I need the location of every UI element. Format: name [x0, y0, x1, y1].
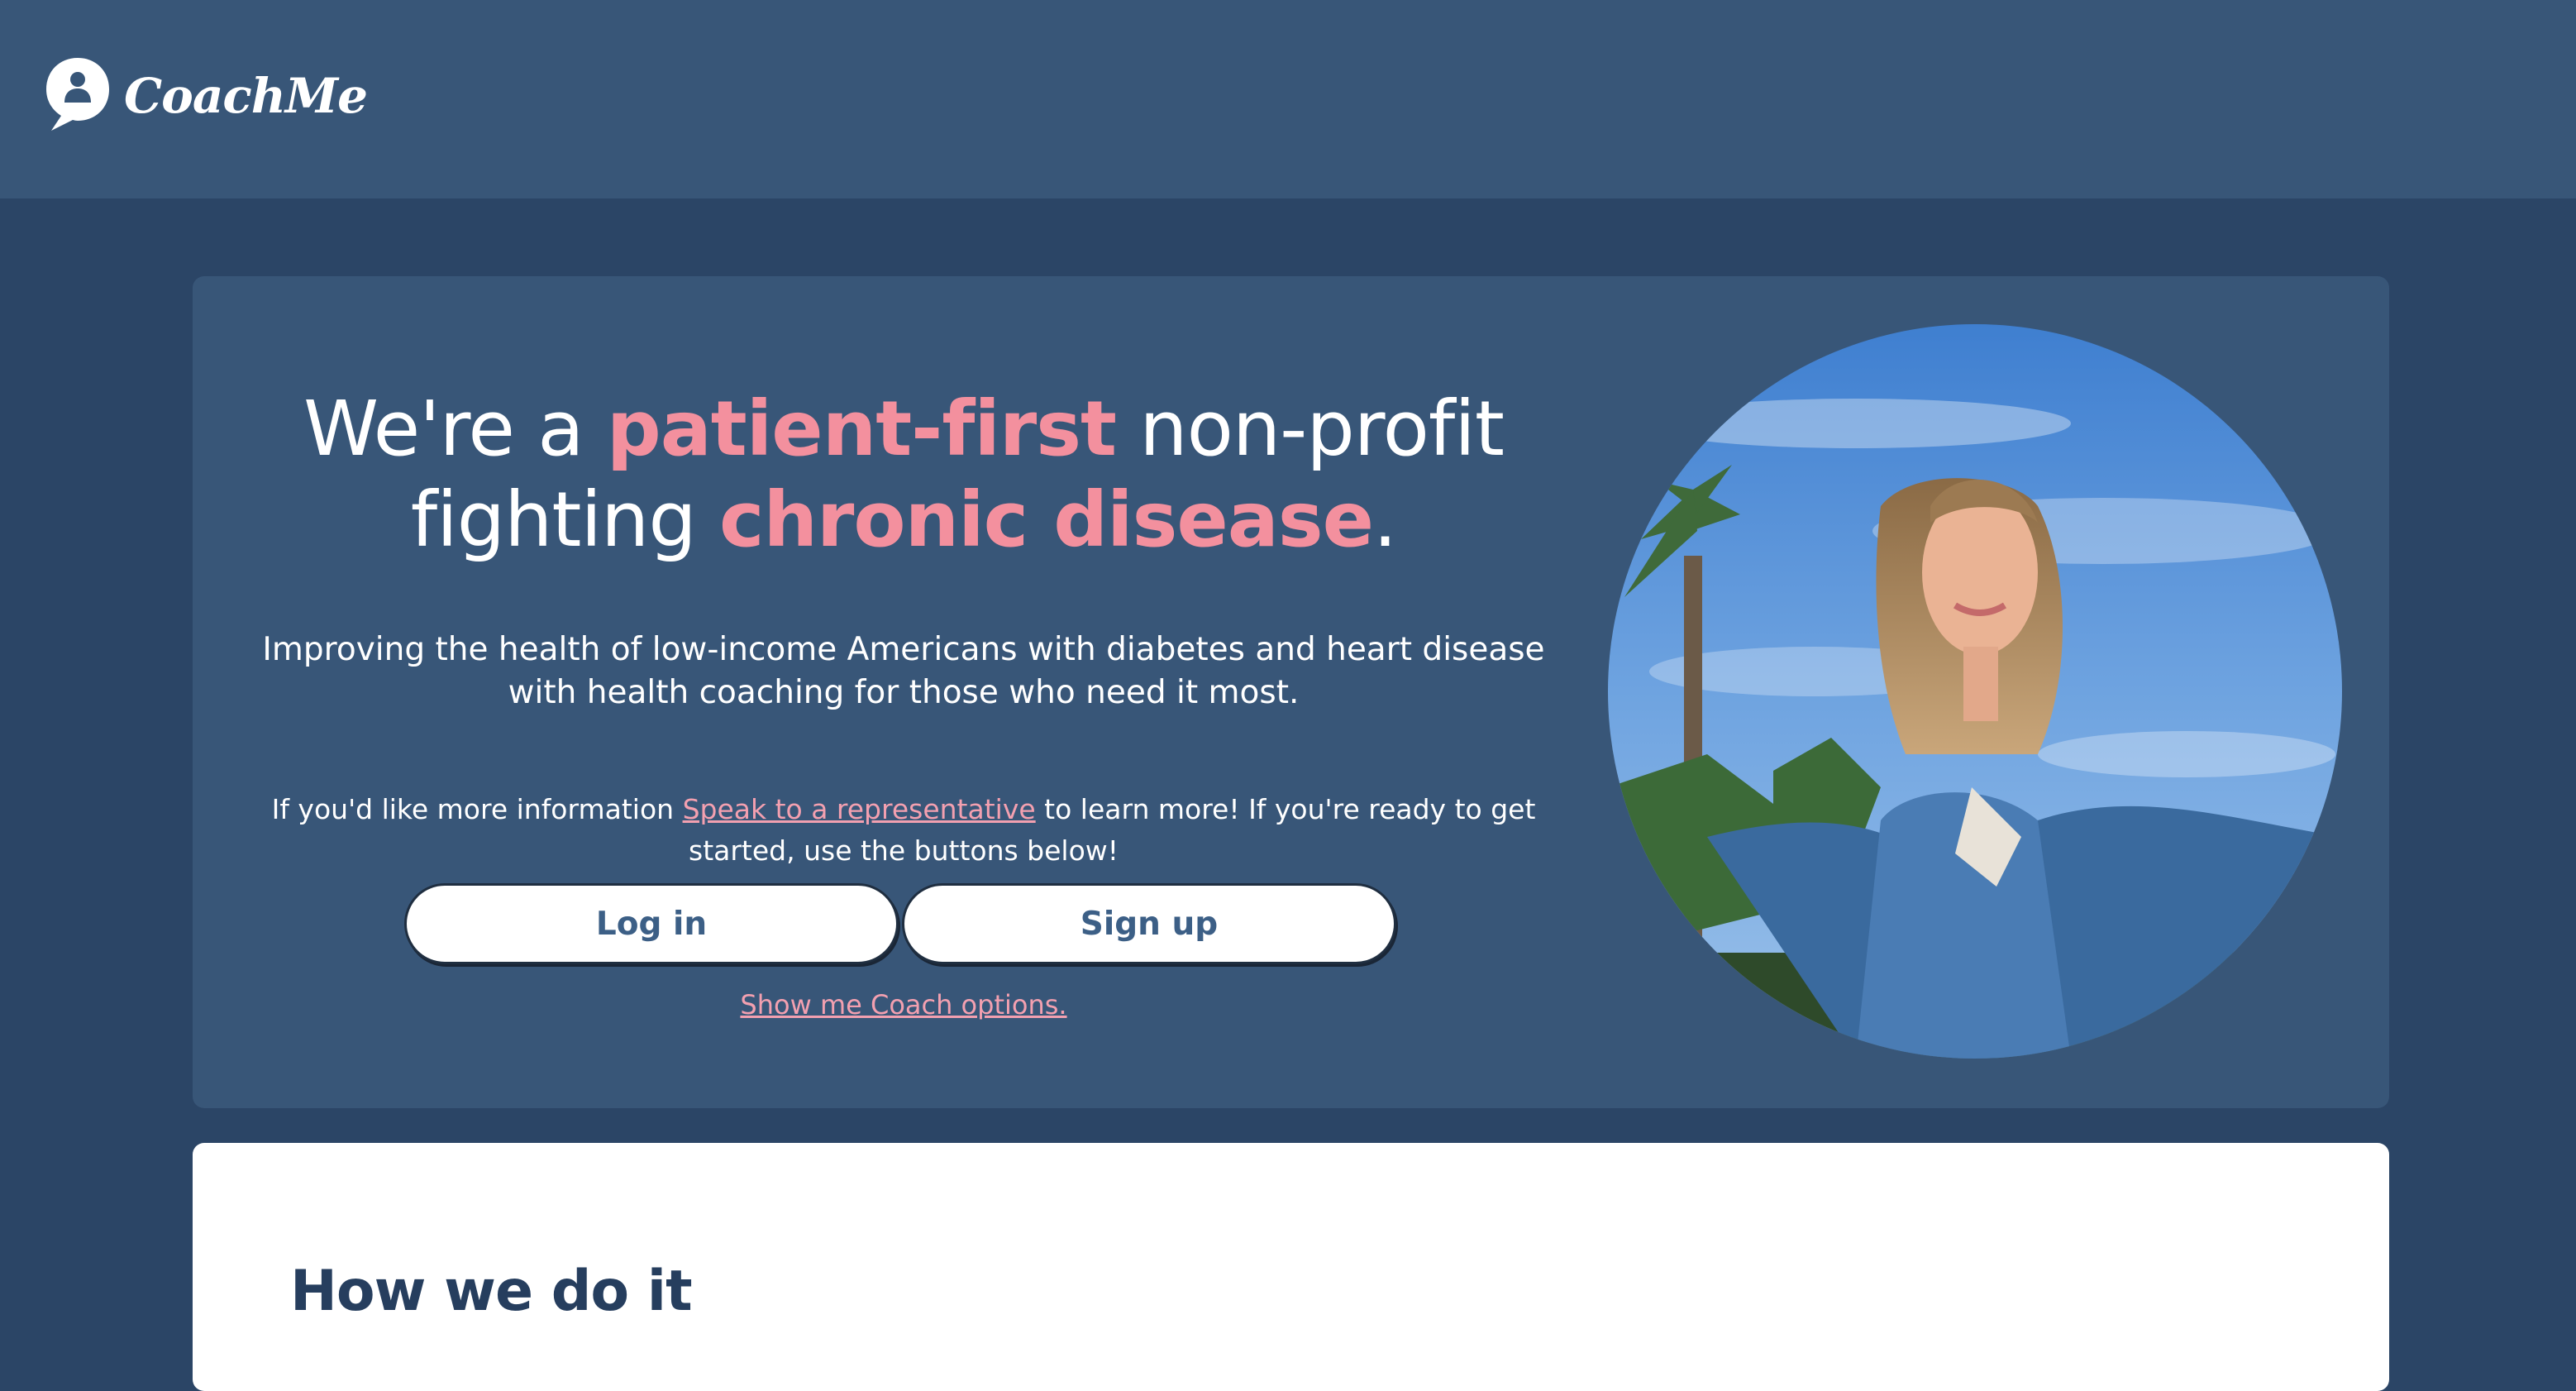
hero-photo — [1608, 324, 2342, 1059]
hero-content: We're a patient-first non-profit fighting… — [193, 276, 1615, 1108]
logo-text: CoachMe — [124, 68, 368, 124]
woman-arms-outstretched-photo — [1608, 324, 2342, 1059]
hero-subtext: Improving the health of low-income Ameri… — [262, 631, 1545, 711]
sign-up-button[interactable]: Sign up — [902, 883, 1396, 964]
info-text: If you'd like more information Speak to … — [242, 789, 1565, 872]
headline-text: fighting — [410, 476, 719, 564]
headline-text: We're a — [303, 385, 607, 473]
hero-card: We're a patient-first non-profit fighting… — [193, 276, 2389, 1108]
headline-highlight-chronic-disease: chronic disease — [719, 476, 1374, 564]
top-navigation-bar: CoachMe — [0, 0, 2576, 198]
hero-headline: We're a patient-first non-profit fighting… — [193, 384, 1615, 566]
speak-to-representative-link[interactable]: Speak to a representative — [683, 793, 1036, 825]
coachme-logo[interactable]: CoachMe — [43, 53, 368, 136]
speech-bubble-person-icon — [46, 58, 109, 131]
coach-options-container: Show me Coach options. — [193, 989, 1615, 1021]
headline-period: . — [1373, 476, 1397, 564]
log-in-button[interactable]: Log in — [404, 883, 899, 964]
how-we-do-it-section: How we do it — [193, 1143, 2389, 1391]
section-title: How we do it — [290, 1259, 693, 1324]
headline-text: non-profit — [1116, 385, 1505, 473]
show-coach-options-link[interactable]: Show me Coach options. — [740, 989, 1066, 1021]
info-text-before: If you'd like more information — [271, 793, 683, 825]
headline-highlight-patient-first: patient-first — [606, 385, 1117, 473]
auth-buttons: Log in Sign up — [404, 883, 1396, 964]
